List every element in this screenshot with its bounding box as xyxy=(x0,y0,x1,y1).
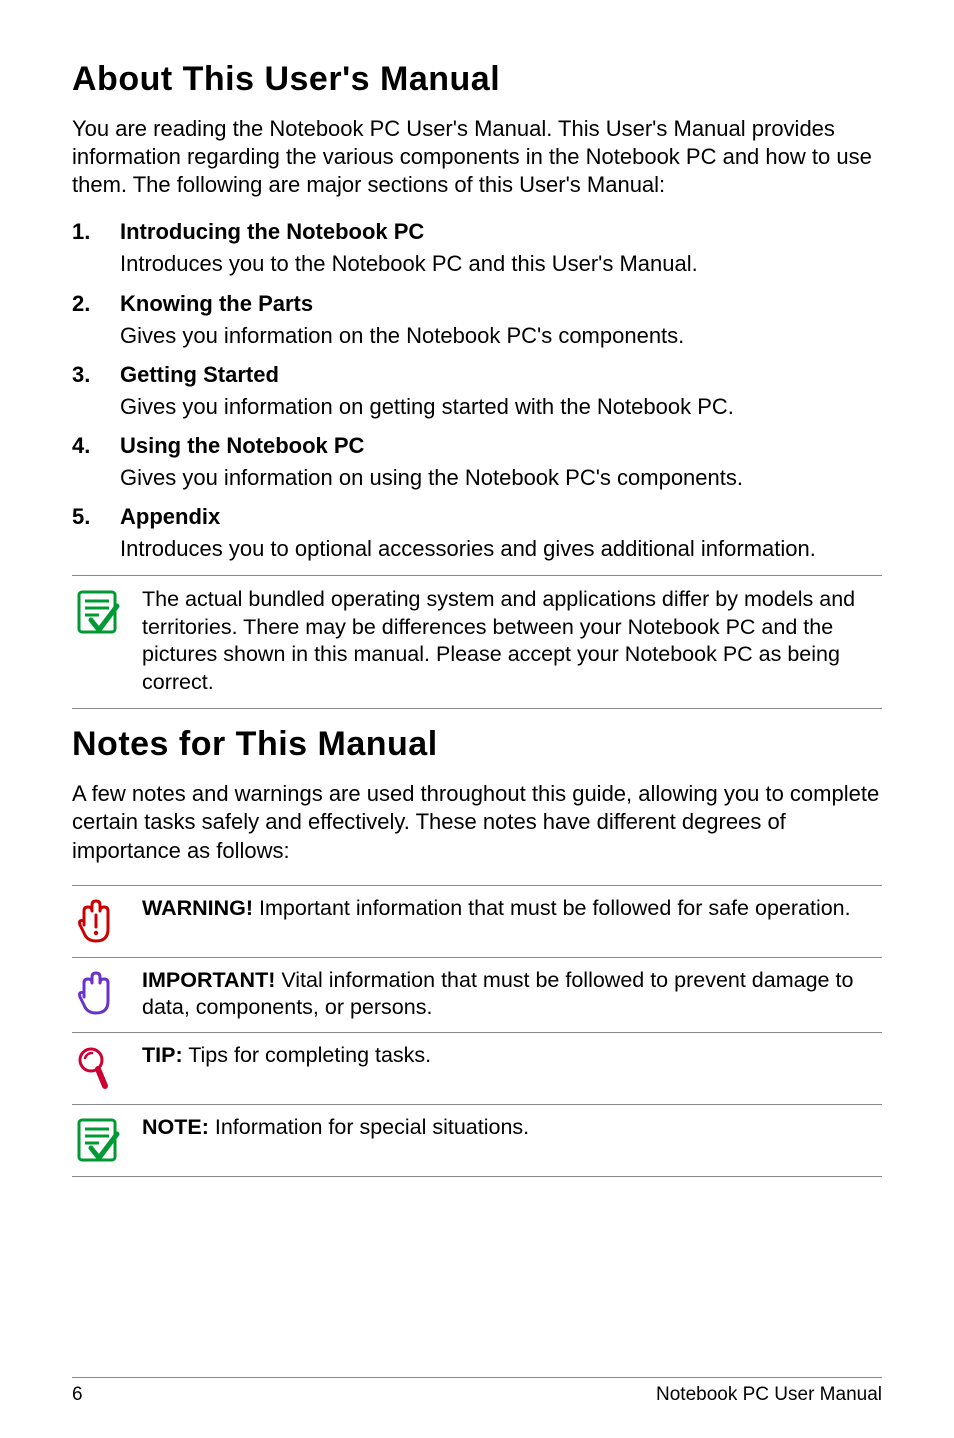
note-text: The actual bundled operating system and … xyxy=(142,586,882,696)
toc-item-desc: Gives you information on the Notebook PC… xyxy=(120,322,882,350)
tip-magnify-icon xyxy=(72,1044,122,1094)
footer-title: Notebook PC User Manual xyxy=(656,1384,882,1406)
toc-item-title: Appendix xyxy=(120,504,882,530)
note-page-check-icon xyxy=(72,588,122,638)
toc-item: Knowing the Parts Gives you information … xyxy=(72,291,882,350)
note-label: WARNING! xyxy=(142,896,253,920)
note-box-note: NOTE: Information for special situations… xyxy=(72,1105,882,1177)
toc-item-desc: Gives you information on using the Noteb… xyxy=(120,464,882,492)
note-body: Important information that must be follo… xyxy=(253,896,851,920)
toc-item-desc: Introduces you to the Notebook PC and th… xyxy=(120,250,882,278)
note-label: NOTE: xyxy=(142,1115,209,1139)
note-text: NOTE: Information for special situations… xyxy=(142,1114,882,1142)
page-footer: 6 Notebook PC User Manual xyxy=(72,1377,882,1406)
note-box-warning: WARNING! Important information that must… xyxy=(72,885,882,958)
toc-item-title: Introducing the Notebook PC xyxy=(120,219,882,245)
note-label: TIP: xyxy=(142,1043,183,1067)
note-page-check-icon xyxy=(72,1116,122,1166)
note-box-important: IMPORTANT! Vital information that must b… xyxy=(72,958,882,1033)
toc-list: Introducing the Notebook PC Introduces y… xyxy=(72,219,882,563)
note-body: Information for special situations. xyxy=(209,1115,529,1139)
toc-item-title: Using the Notebook PC xyxy=(120,433,882,459)
page-number: 6 xyxy=(72,1384,83,1406)
toc-item-desc: Gives you information on getting started… xyxy=(120,393,882,421)
toc-item-title: Getting Started xyxy=(120,362,882,388)
warning-hand-icon xyxy=(72,897,122,947)
note-text: IMPORTANT! Vital information that must b… xyxy=(142,967,882,1022)
about-intro-paragraph: You are reading the Notebook PC User's M… xyxy=(72,115,882,199)
note-body: Tips for completing tasks. xyxy=(183,1043,432,1067)
note-box-os-differ: The actual bundled operating system and … xyxy=(72,575,882,709)
toc-item: Getting Started Gives you information on… xyxy=(72,362,882,421)
toc-item-title: Knowing the Parts xyxy=(120,291,882,317)
toc-item: Using the Notebook PC Gives you informat… xyxy=(72,433,882,492)
note-box-tip: TIP: Tips for completing tasks. xyxy=(72,1033,882,1105)
note-text: WARNING! Important information that must… xyxy=(142,895,882,923)
toc-item-desc: Introduces you to optional accessories a… xyxy=(120,535,882,563)
important-hand-icon xyxy=(72,969,122,1019)
toc-item: Introducing the Notebook PC Introduces y… xyxy=(72,219,882,278)
section-title-notes: Notes for This Manual xyxy=(72,725,882,764)
toc-item: Appendix Introduces you to optional acce… xyxy=(72,504,882,563)
note-label: IMPORTANT! xyxy=(142,968,275,992)
notes-intro-paragraph: A few notes and warnings are used throug… xyxy=(72,780,882,864)
note-text: TIP: Tips for completing tasks. xyxy=(142,1042,882,1070)
section-title-about: About This User's Manual xyxy=(72,60,882,99)
